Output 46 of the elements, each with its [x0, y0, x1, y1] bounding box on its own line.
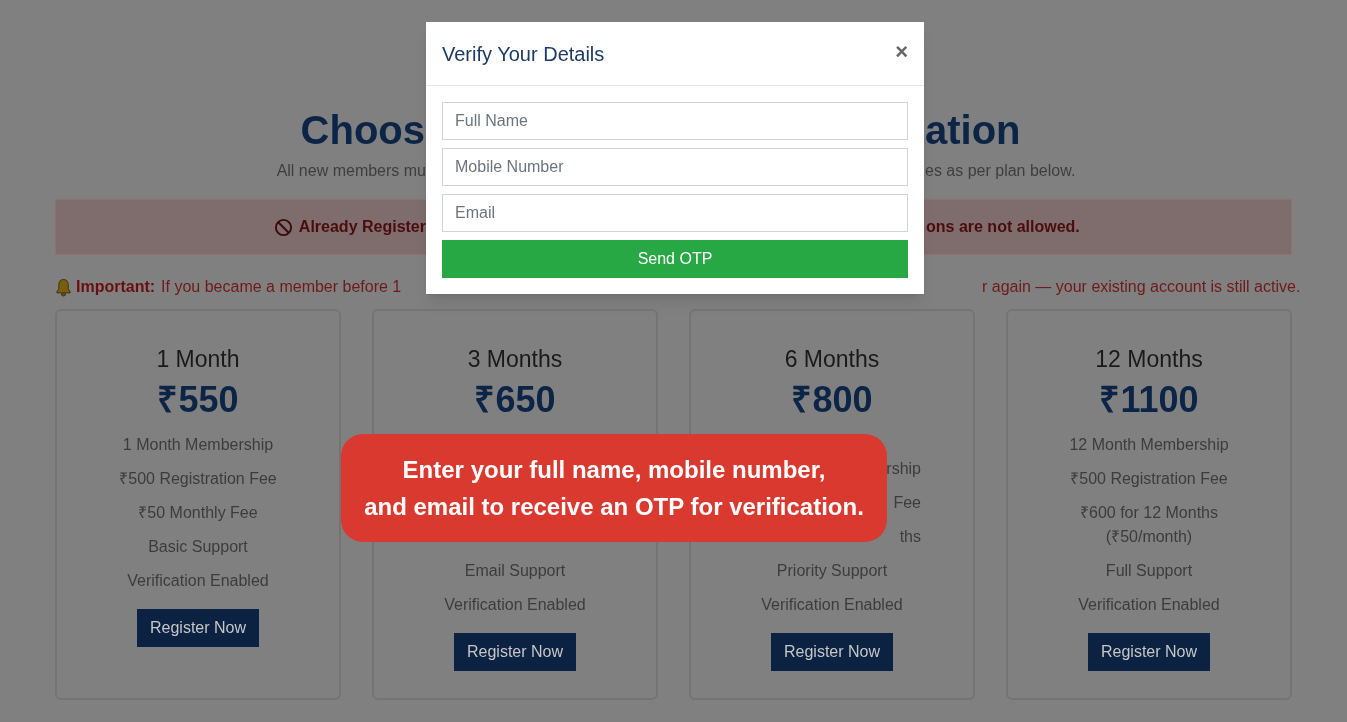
- input-field[interactable]: Email: [442, 194, 908, 232]
- plan-feature: Verification Enabled: [1078, 595, 1220, 615]
- prohibited-icon: [273, 217, 293, 237]
- notice-label: Important:: [76, 277, 156, 297]
- plan-feature: Email Support: [464, 561, 566, 581]
- plan-feature: Priority Support: [776, 561, 888, 581]
- alert-text: ons are not allowed.: [925, 217, 1080, 237]
- plan-title: 1 Month: [156, 345, 240, 374]
- notice-text: r again — your existing account is still active.: [981, 277, 1301, 297]
- plan-title: 12 Months: [1095, 345, 1203, 374]
- input-field[interactable]: Full Name: [442, 102, 908, 140]
- close-button[interactable]: ×: [895, 40, 908, 63]
- page-heading: Choos: [300, 107, 426, 154]
- notice-text: If you became a member before 1: [161, 277, 402, 297]
- register-button[interactable]: Register Now: [771, 633, 893, 671]
- plan-price: ₹800: [791, 378, 873, 422]
- plan-feature: 12 Month Membership: [1069, 435, 1229, 455]
- plan-feature: 1 Month Membership: [122, 435, 274, 455]
- input-field[interactable]: Mobile Number: [442, 148, 908, 186]
- bell-icon: [55, 277, 72, 297]
- plan-feature: Verification Enabled: [761, 595, 903, 615]
- plan-feature: Full Support: [1105, 561, 1193, 581]
- plan-feature: ₹500 Registration Fee: [119, 469, 277, 489]
- alert-text: Already Register: [298, 217, 426, 237]
- plan-price: ₹1100: [1099, 378, 1199, 422]
- plan-feature: Basic Support: [148, 537, 248, 557]
- plan-feature: Verification Enabled: [444, 595, 586, 615]
- plan-title: 3 Months: [467, 345, 563, 374]
- plan-feature: ₹600 for 12 Months (₹50/month): [1080, 503, 1218, 547]
- dialog-title: Verify Your Details: [442, 41, 605, 67]
- page-heading: ation: [924, 107, 1021, 154]
- plan-price: ₹650: [474, 378, 556, 422]
- plan-feature: Fee: [893, 493, 922, 513]
- register-button[interactable]: Register Now: [1088, 633, 1210, 671]
- plan-feature: ₹50 Monthly Fee: [138, 503, 258, 523]
- plan-feature: rship: [886, 459, 922, 479]
- subtitle-text: es as per plan below.: [924, 161, 1076, 181]
- subtitle-text: All new members mu: [276, 161, 426, 181]
- callout-message: Enter your full name, mobile number, and email to receive an OTP for verification.: [341, 434, 887, 542]
- plan-feature: ths: [899, 527, 922, 547]
- plan-title: 6 Months: [784, 345, 880, 374]
- register-button[interactable]: Register Now: [137, 609, 259, 647]
- plan-feature: Verification Enabled: [127, 571, 269, 591]
- plan-price: ₹550: [157, 378, 239, 422]
- register-button[interactable]: Register Now: [454, 633, 576, 671]
- plan-feature: ₹500 Registration Fee: [1070, 469, 1228, 489]
